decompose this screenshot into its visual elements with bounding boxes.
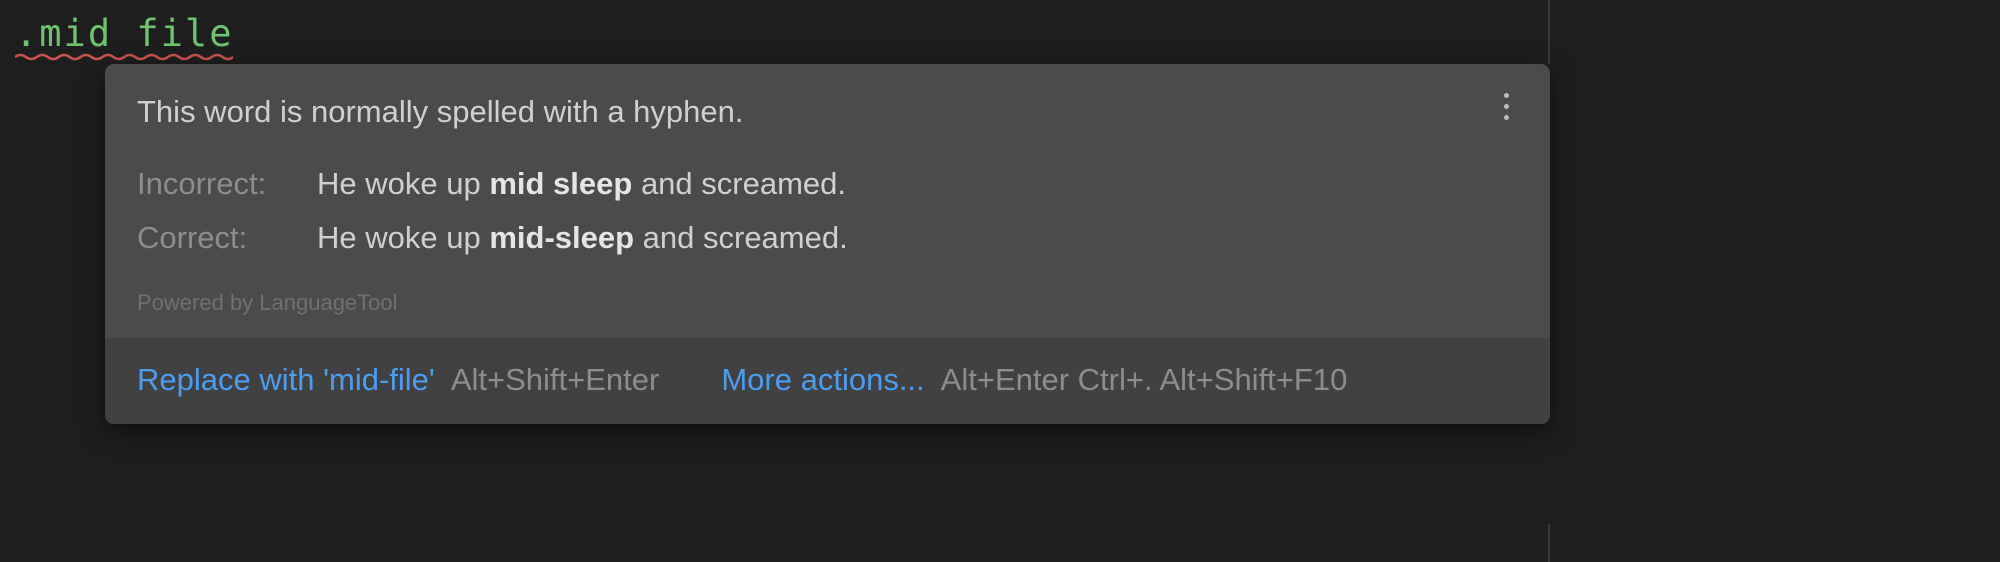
incorrect-label: Incorrect: [137,166,317,202]
powered-by: Powered by LanguageTool [137,290,1518,316]
example-incorrect: Incorrect: He woke up mid sleep and scre… [137,166,1518,202]
tooltip-body: This word is normally spelled with a hyp… [105,64,1550,338]
editor-guide-line-bottom [1548,524,1550,562]
replace-action[interactable]: Replace with 'mid-file' [137,362,435,398]
correct-text: He woke up mid-sleep and screamed. [317,220,848,256]
kebab-dot-icon [1504,104,1509,109]
more-actions[interactable]: More actions... [721,362,924,398]
incorrect-text: He woke up mid sleep and screamed. [317,166,846,202]
more-menu-button[interactable] [1494,88,1518,124]
grammar-tooltip: This word is normally spelled with a hyp… [105,64,1550,424]
replace-shortcut: Alt+Shift+Enter [451,362,660,398]
incorrect-bold: mid sleep [489,166,632,201]
more-shortcut: Alt+Enter Ctrl+. Alt+Shift+F10 [941,362,1348,398]
tooltip-title: This word is normally spelled with a hyp… [137,94,1518,130]
code-text: .mid file [15,12,233,55]
kebab-dot-icon [1504,115,1509,120]
action-bar: Replace with 'mid-file' Alt+Shift+Enter … [105,338,1550,424]
code-line[interactable]: .mid file [0,0,2000,55]
incorrect-pre: He woke up [317,166,489,201]
correct-label: Correct: [137,220,317,256]
correct-post: and screamed. [634,220,848,255]
kebab-dot-icon [1504,93,1509,98]
correct-pre: He woke up [317,220,489,255]
correct-bold: mid-sleep [489,220,634,255]
incorrect-post: and screamed. [632,166,846,201]
squiggle-underline-icon [15,53,233,61]
editor-guide-line [1548,0,1550,64]
example-correct: Correct: He woke up mid-sleep and scream… [137,220,1518,256]
code-text-squiggle[interactable]: .mid file [15,12,233,55]
